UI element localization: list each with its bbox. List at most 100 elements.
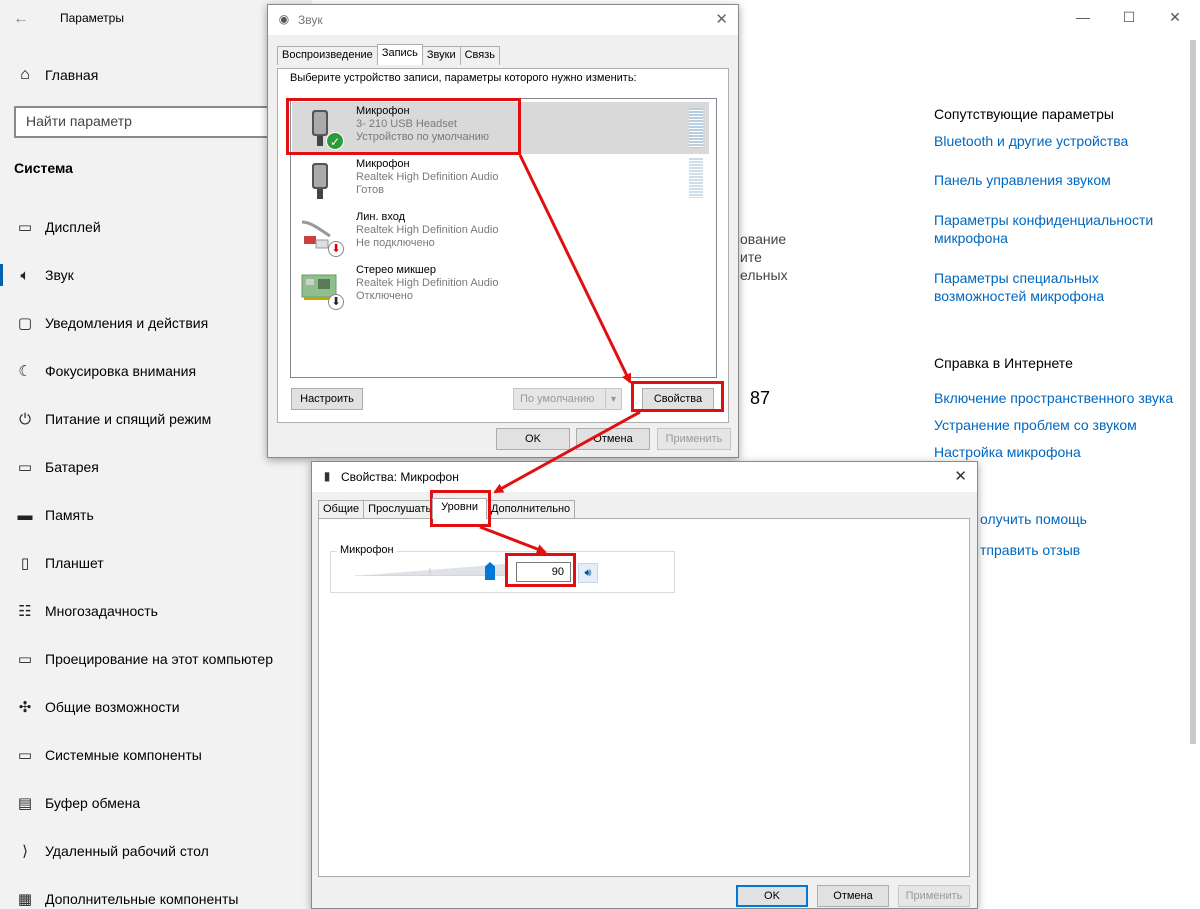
settings-sidebar: ← Параметры ⌂ Главная Найти параметр Сис… bbox=[0, 0, 314, 909]
chevron-down-icon[interactable]: ▼ bbox=[605, 389, 621, 409]
sidebar-item-label: Уведомления и действия bbox=[45, 315, 209, 331]
ok-button[interactable]: OK bbox=[496, 428, 570, 450]
sound-dialog-title: Звук bbox=[298, 13, 323, 27]
configure-button[interactable]: Настроить bbox=[291, 388, 363, 410]
link-get-help[interactable]: олучить помощь bbox=[980, 510, 1087, 528]
link-mic-privacy[interactable]: Параметры конфиденциальности микрофона bbox=[934, 211, 1179, 247]
moon-icon: ☾ bbox=[18, 363, 32, 380]
sidebar-item-multitasking[interactable]: ☷ Многозадачность bbox=[14, 600, 158, 622]
disabled-icon: ⬇ bbox=[328, 294, 344, 310]
sidebar-item-shared[interactable]: ✣ Общие возможности bbox=[14, 696, 180, 718]
sidebar-item-battery[interactable]: ▭ Батарея bbox=[14, 456, 99, 478]
list-item[interactable]: ⬇ Стерео микшер Realtek High Definition … bbox=[292, 261, 709, 313]
microphone-icon bbox=[312, 163, 328, 199]
link-mic-accessibility[interactable]: Параметры специальных возможностей микро… bbox=[934, 269, 1134, 305]
tab-recording[interactable]: Запись bbox=[376, 44, 423, 65]
sidebar-item-label: Системные компоненты bbox=[45, 747, 202, 763]
highlight-level-value bbox=[505, 553, 576, 587]
tab-advanced[interactable]: Дополнительно bbox=[485, 500, 576, 519]
active-indicator bbox=[0, 264, 3, 286]
sidebar-item-optional-features[interactable]: ▦ Дополнительные компоненты bbox=[14, 888, 239, 909]
maximize-button[interactable]: ☐ bbox=[1116, 6, 1142, 28]
apply-button[interactable]: Применить bbox=[898, 885, 970, 907]
tab-sounds[interactable]: Звуки bbox=[421, 46, 461, 65]
link-sound-control-panel[interactable]: Панель управления звуком bbox=[934, 171, 1184, 189]
level-number: 87 bbox=[750, 388, 771, 408]
sidebar-item-label: Буфер обмена bbox=[45, 795, 141, 811]
storage-icon: ▬ bbox=[17, 506, 33, 524]
close-icon[interactable]: ✕ bbox=[715, 10, 728, 28]
sidebar-item-label: Удаленный рабочий стол bbox=[45, 843, 209, 859]
props-dialog-title: Свойства: Микрофон bbox=[341, 470, 459, 484]
cancel-button[interactable]: Отмена bbox=[817, 885, 889, 907]
minimize-button[interactable]: — bbox=[1070, 6, 1096, 28]
display-icon: ▭ bbox=[17, 219, 33, 236]
apply-button[interactable]: Применить bbox=[657, 428, 731, 450]
sidebar-item-label: Планшет bbox=[45, 555, 104, 571]
mute-speaker-icon[interactable]: 🔊︎ bbox=[578, 563, 598, 583]
level-meter bbox=[689, 108, 703, 148]
sidebar-item-display[interactable]: ▭ Дисплей bbox=[14, 216, 101, 238]
power-icon: ⏻ bbox=[19, 410, 31, 428]
set-default-button[interactable]: По умолчанию ▼ bbox=[513, 388, 622, 410]
tab-levels[interactable]: Уровни bbox=[432, 498, 487, 519]
sidebar-item-system-components[interactable]: ▭ Системные компоненты bbox=[14, 744, 202, 766]
ok-button[interactable]: OK bbox=[736, 885, 808, 907]
list-item[interactable]: Микрофон Realtek High Definition Audio Г… bbox=[292, 155, 709, 207]
link-feedback[interactable]: тправить отзыв bbox=[980, 541, 1080, 559]
sidebar-item-label: Батарея bbox=[45, 459, 99, 475]
tab-general[interactable]: Общие bbox=[318, 500, 365, 519]
sidebar-item-label: Проецирование на этот компьютер bbox=[45, 651, 273, 667]
sidebar-item-label: Многозадачность bbox=[45, 603, 158, 619]
scrollbar[interactable] bbox=[1190, 40, 1196, 744]
tab-communications[interactable]: Связь bbox=[459, 46, 501, 65]
section-title: Система bbox=[14, 160, 73, 176]
device-name: Микрофон bbox=[356, 158, 410, 170]
sidebar-item-storage[interactable]: ▬ Память bbox=[14, 504, 94, 526]
sidebar-item-projecting[interactable]: ▭ Проецирование на этот компьютер bbox=[14, 648, 273, 670]
link-spatial-sound[interactable]: Включение пространственного звука bbox=[934, 389, 1173, 407]
sidebar-item-label: Дисплей bbox=[45, 219, 101, 235]
highlight-properties-button bbox=[631, 381, 724, 412]
microphone-icon: ▮ bbox=[323, 469, 331, 483]
tablet-icon: ▯ bbox=[20, 555, 30, 572]
remote-desktop-icon: ⟩ bbox=[22, 843, 28, 860]
cancel-button[interactable]: Отмена bbox=[576, 428, 650, 450]
sidebar-item-tablet[interactable]: ▯ Планшет bbox=[14, 552, 104, 574]
mic-properties-dialog: ▮ Свойства: Микрофон ✕ Общие Прослушать … bbox=[311, 461, 978, 909]
link-bluetooth[interactable]: Bluetooth и другие устройства bbox=[934, 132, 1184, 150]
sidebar-item-notifications[interactable]: ▢ Уведомления и действия bbox=[14, 312, 208, 334]
help-heading: Справка в Интернете bbox=[934, 355, 1073, 371]
clipboard-icon: ▤ bbox=[17, 795, 33, 812]
highlight-default-mic bbox=[286, 98, 521, 155]
sidebar-item-remote-desktop[interactable]: ⟩ Удаленный рабочий стол bbox=[14, 840, 209, 862]
sidebar-item-label: Память bbox=[45, 507, 94, 523]
settings-title: Параметры bbox=[60, 11, 124, 25]
list-item[interactable]: ⬇ Лин. вход Realtek High Definition Audi… bbox=[292, 208, 709, 260]
sidebar-item-focus[interactable]: ☾ Фокусировка внимания bbox=[14, 360, 196, 382]
sidebar-item-power[interactable]: ⏻ Питание и спящий режим bbox=[14, 408, 211, 430]
device-status: Готов bbox=[356, 184, 384, 196]
background-text-fragment: ите bbox=[740, 249, 762, 265]
sidebar-item-clipboard[interactable]: ▤ Буфер обмена bbox=[14, 792, 140, 814]
background-text-fragment: ельных bbox=[740, 267, 788, 283]
back-arrow-icon[interactable]: ← bbox=[10, 8, 32, 30]
link-mic-setup[interactable]: Настройка микрофона bbox=[934, 443, 1081, 461]
nav-home[interactable]: ⌂ Главная bbox=[14, 64, 98, 86]
close-icon[interactable]: ✕ bbox=[954, 467, 967, 485]
multitasking-icon: ☷ bbox=[18, 603, 32, 620]
search-placeholder: Найти параметр bbox=[26, 113, 132, 129]
optional-features-icon: ▦ bbox=[17, 891, 33, 908]
sound-tabs: Воспроизведение Запись Звуки Связь bbox=[277, 44, 501, 65]
notifications-icon: ▢ bbox=[17, 315, 33, 332]
close-button[interactable]: ✕ bbox=[1162, 6, 1188, 28]
tab-playback[interactable]: Воспроизведение bbox=[277, 46, 378, 65]
sound-titlebar: ◉ Звук ✕ bbox=[268, 5, 738, 35]
link-sound-troubleshoot[interactable]: Устранение проблем со звуком bbox=[934, 416, 1137, 434]
nav-home-label: Главная bbox=[45, 67, 99, 83]
mic-level-group: Микрофон 90 🔊︎ bbox=[330, 544, 675, 593]
tab-listen[interactable]: Прослушать bbox=[363, 500, 434, 519]
level-slider-track[interactable] bbox=[355, 564, 505, 576]
sidebar-item-sound[interactable]: 🔈︎ Звук bbox=[14, 264, 73, 286]
level-meter bbox=[689, 158, 703, 198]
